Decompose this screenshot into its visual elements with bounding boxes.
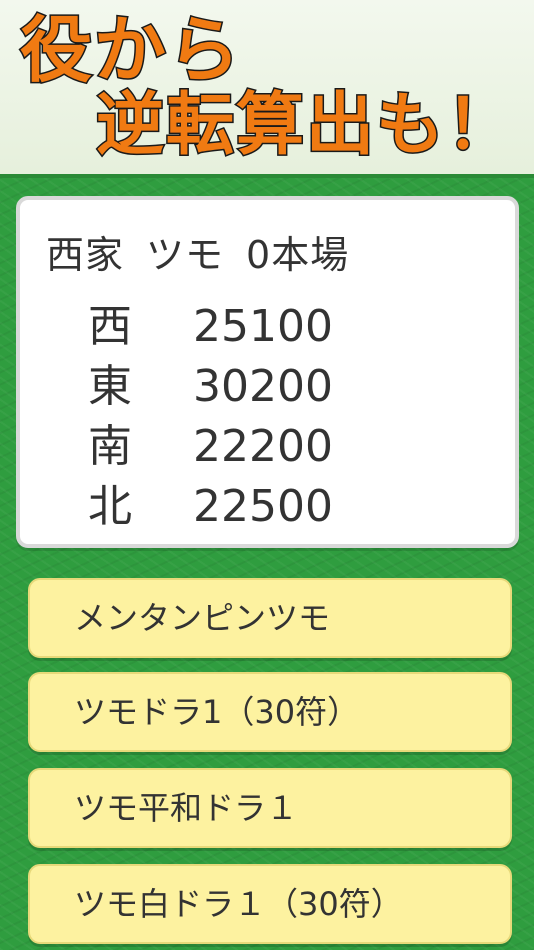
yaku-option-button[interactable]: ツモ白ドラ１（30符）: [28, 864, 512, 944]
score-value: 22500: [193, 481, 333, 532]
score-row: 南 22200: [88, 410, 333, 474]
score-value: 25100: [193, 301, 333, 352]
yaku-option-button[interactable]: ツモ平和ドラ１: [28, 768, 512, 848]
score-panel: 西家 ツモ 0本場 西 25100 東 30200 南 22200 北 22500: [16, 196, 519, 548]
round-situation: 西家 ツモ 0本場: [46, 224, 371, 279]
wind-label: 北: [88, 481, 132, 532]
wind-label: 東: [88, 361, 132, 412]
wind-label: 南: [88, 421, 132, 472]
seat-label: 西家: [46, 233, 125, 277]
yaku-option-button[interactable]: メンタンピンツモ: [28, 578, 512, 658]
honba-label: 0本場: [246, 233, 350, 277]
score-row: 北 22500: [88, 470, 333, 534]
score-row: 東 30200: [88, 350, 333, 414]
promo-banner: 役から 逆転算出も！: [0, 0, 534, 178]
yaku-option-button[interactable]: ツモドラ1（30符）: [28, 672, 512, 752]
wind-label: 西: [88, 301, 132, 352]
promo-line-2: 逆転算出も！: [94, 86, 517, 165]
score-row: 西 25100: [88, 290, 333, 354]
win-type-label: ツモ: [146, 233, 225, 277]
score-value: 30200: [193, 361, 333, 412]
score-value: 22200: [193, 421, 333, 472]
promo-line-1: 役から: [18, 8, 243, 92]
